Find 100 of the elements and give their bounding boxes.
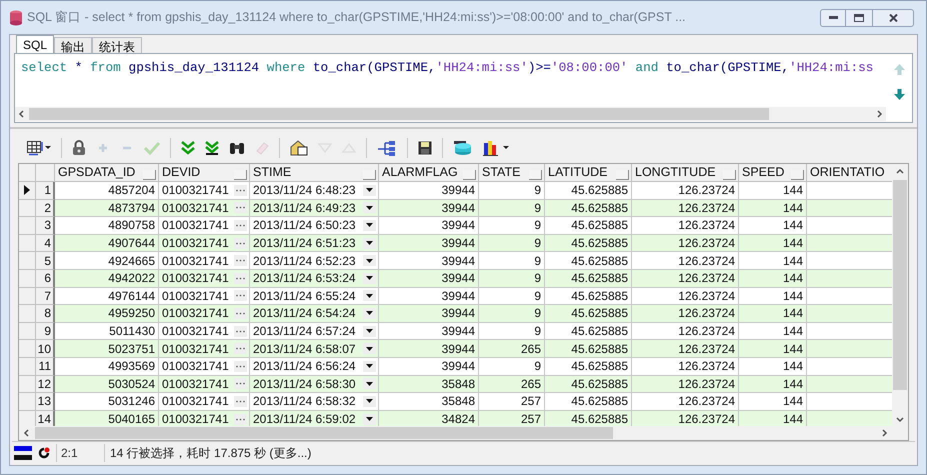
column-header[interactable]: ORIENTATIO (807, 164, 892, 182)
ellipsis-button[interactable] (234, 290, 247, 302)
table-cell: 9 (534, 182, 541, 199)
row-number[interactable]: 12 (36, 376, 55, 394)
table-row[interactable]: 5023751 0100321741 2013/11/24 6:58:07 39944 265 45.625885 126.23724 144 (55, 340, 892, 358)
table-cell-text: 2013/11/24 6:59:02 (253, 411, 356, 426)
ellipsis-button[interactable] (234, 202, 247, 214)
row-number[interactable]: 11 (36, 358, 55, 376)
column-header[interactable]: ALARMFLAG (379, 164, 479, 182)
arrow-down-icon[interactable] (894, 89, 904, 100)
row-number[interactable]: 2 (36, 200, 55, 218)
table-cell-text: 39944 (442, 252, 475, 269)
ellipsis-button[interactable] (234, 378, 247, 390)
close-button[interactable] (872, 8, 914, 26)
dropdown-button[interactable] (363, 184, 376, 196)
table-row[interactable]: 4907644 0100321741 2013/11/24 6:51:23 39944 9 45.625885 126.23724 144 (55, 234, 892, 252)
column-header[interactable]: SPEED (739, 164, 807, 182)
tab[interactable]: SQL (16, 35, 54, 53)
scrollbar-thumb[interactable] (893, 180, 907, 390)
row-indicator[interactable] (19, 182, 36, 200)
scrollbar-thumb[interactable] (29, 108, 769, 120)
row-number[interactable]: 3 (36, 217, 55, 235)
caret-down-icon (366, 206, 373, 210)
table-row[interactable]: 4873794 0100321741 2013/11/24 6:49:23 39944 9 45.625885 126.23724 144 (55, 200, 892, 218)
table-row[interactable]: 4924665 0100321741 2013/11/24 6:52:23 39944 9 45.625885 126.23724 144 (55, 252, 892, 270)
maximize-button[interactable] (846, 8, 872, 26)
dropdown-button[interactable] (363, 396, 376, 407)
database-icon (9, 10, 23, 26)
table-cell: 0100321741 (162, 393, 229, 410)
dropdown-button[interactable] (363, 360, 376, 372)
row-number[interactable]: 13 (36, 393, 55, 411)
table-row[interactable]: 4890758 0100321741 2013/11/24 6:50:23 39944 9 45.625885 126.23724 144 (55, 217, 892, 235)
row-number[interactable]: 14 (36, 410, 55, 426)
dropdown-button[interactable] (363, 220, 376, 231)
dropdown-button[interactable] (363, 255, 376, 266)
ellipsis-button[interactable] (234, 343, 247, 354)
table-row[interactable]: 5011430 0100321741 2013/11/24 6:57:24 39944 9 45.625885 126.23724 144 (55, 322, 892, 340)
table-cell: 39944 (442, 182, 475, 199)
table-row[interactable]: 5031246 0100321741 2013/11/24 6:58:32 35848 257 45.625885 126.23724 144 (55, 393, 892, 411)
ellipsis-button[interactable] (234, 360, 247, 372)
ellipsis-button[interactable] (234, 326, 247, 337)
ellipsis-button[interactable] (234, 272, 247, 284)
row-number[interactable]: 10 (36, 340, 55, 358)
dropdown-button[interactable] (363, 272, 376, 284)
dropdown-button[interactable] (363, 202, 376, 214)
ellipsis-button[interactable] (234, 308, 247, 319)
column-filter-button[interactable] (234, 170, 247, 180)
column-header[interactable]: STATE (479, 164, 545, 182)
column-header[interactable]: GPSDATA_ID (55, 164, 159, 182)
table-cell: 2013/11/24 6:54:24 (253, 305, 356, 322)
table-cell: 126.23724 (678, 288, 735, 304)
ellipsis-button[interactable] (234, 396, 247, 407)
column-filter-button[interactable] (723, 170, 736, 180)
row-number[interactable]: 5 (36, 252, 55, 270)
row-number[interactable]: 1 (36, 182, 55, 200)
ellipsis-button[interactable] (234, 238, 247, 249)
horizontal-scrollbar[interactable] (15, 107, 886, 121)
column-filter-button[interactable] (363, 170, 376, 180)
dropdown-button[interactable] (363, 414, 376, 425)
table-row[interactable]: 5040165 0100321741 2013/11/24 6:59:02 34824 257 45.625885 126.23724 144 (55, 410, 892, 426)
dropdown-button[interactable] (363, 238, 376, 249)
ellipsis-button[interactable] (234, 220, 247, 231)
column-filter-button[interactable] (143, 170, 156, 180)
column-filter-button[interactable] (529, 170, 542, 180)
dropdown-button[interactable] (363, 343, 376, 354)
table-cell-text: 4907644 (108, 235, 155, 252)
row-number[interactable]: 8 (36, 305, 55, 323)
column-header[interactable]: STIME (250, 164, 379, 182)
ellipsis-button[interactable] (234, 184, 247, 196)
grid-icon (27, 140, 51, 156)
table-row[interactable]: 4993569 0100321741 2013/11/24 6:56:24 39944 9 45.625885 126.23724 144 (55, 358, 892, 376)
table-row[interactable]: 5030524 0100321741 2013/11/24 6:58:30 35848 265 45.625885 126.23724 144 (55, 376, 892, 394)
tab[interactable]: 统计表 (92, 37, 142, 53)
table-cell: 45.625885 (571, 305, 628, 322)
table-row[interactable]: 4857204 0100321741 2013/11/24 6:48:23 39944 9 45.625885 126.23724 144 (55, 182, 892, 200)
table-row[interactable]: 4959250 0100321741 2013/11/24 6:54:24 39944 9 45.625885 126.23724 144 (55, 305, 892, 323)
column-header[interactable]: LATITUDE (545, 164, 632, 182)
tab[interactable]: 输出 (54, 37, 92, 53)
dropdown-button[interactable] (363, 326, 376, 337)
row-number[interactable]: 6 (36, 270, 55, 288)
ellipsis-button[interactable] (234, 414, 247, 425)
column-header[interactable]: DEVID (159, 164, 250, 182)
column-header[interactable]: LONGTITUDE (632, 164, 739, 182)
table-cell-text: 9 (534, 252, 541, 269)
minimize-button[interactable] (820, 8, 846, 26)
table-cell-text: 4993569 (108, 358, 155, 375)
column-filter-button[interactable] (463, 170, 476, 180)
column-filter-button[interactable] (616, 170, 629, 180)
dropdown-button[interactable] (363, 308, 376, 319)
ellipsis-button[interactable] (234, 255, 247, 266)
scrollbar-thumb[interactable] (35, 427, 613, 439)
table-row[interactable]: 4942022 0100321741 2013/11/24 6:53:24 39944 9 45.625885 126.23724 144 (55, 270, 892, 288)
column-filter-button[interactable] (791, 170, 804, 180)
row-number[interactable]: 9 (36, 322, 55, 340)
row-number[interactable]: 7 (36, 288, 55, 306)
dropdown-button[interactable] (363, 378, 376, 390)
table-row[interactable]: 4976144 0100321741 2013/11/24 6:55:24 39944 9 45.625885 126.23724 144 (55, 288, 892, 306)
row-number[interactable]: 4 (36, 234, 55, 252)
dropdown-button[interactable] (363, 290, 376, 302)
refresh-icon[interactable] (38, 446, 50, 458)
